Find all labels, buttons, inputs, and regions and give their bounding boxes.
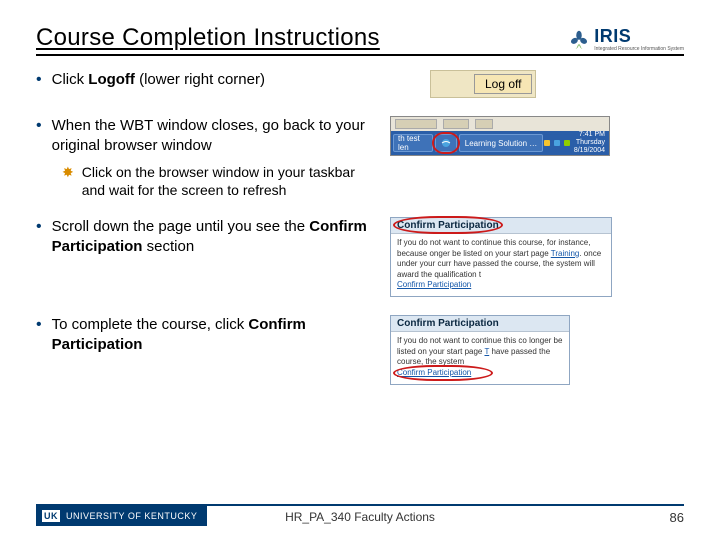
iris-flower-icon <box>568 28 590 50</box>
taskbar-item: Learning Solution … <box>459 134 543 152</box>
uk-logo-text: UNIVERSITY OF KENTUCKY <box>66 511 197 521</box>
iris-logo-text: IRIS <box>594 26 684 47</box>
screenshot-taskbar: th test len Learning Solution … <box>390 116 610 156</box>
toolbar-chip <box>443 119 469 129</box>
slide-content: • Click Logoff (lower right corner) Log … <box>36 70 684 385</box>
bullet-text: To complete the course, click Confirm Pa… <box>52 315 376 354</box>
taskbar-clock: 7:41 PM Thursday 8/19/2004 <box>574 131 605 154</box>
sub-bullet-text: Click on the browser window in your task… <box>82 163 376 199</box>
uk-logo-mark: UK <box>42 510 60 522</box>
clock-date: 8/19/2004 <box>574 147 605 155</box>
bullet-row: • Scroll down the page until you see the… <box>36 217 684 297</box>
slide: Course Completion Instructions IRIS Inte… <box>0 0 720 540</box>
bullet-dot-icon: • <box>36 116 42 155</box>
taskbar-toolbar <box>391 117 609 131</box>
confirm-header-text: Confirm Participation <box>397 220 499 231</box>
ie-icon <box>441 138 451 148</box>
bullet-text: Scroll down the page until you see the C… <box>52 217 376 256</box>
bullet-item: • When the WBT window closes, go back to… <box>36 116 376 155</box>
tray-icon <box>564 140 570 146</box>
text-fragment: Click <box>52 71 89 88</box>
slide-title: Course Completion Instructions <box>36 24 380 52</box>
clock-time: 7:41 PM <box>574 131 605 139</box>
bullet-item: • Scroll down the page until you see the… <box>36 217 376 256</box>
confirm-header: Confirm Participation <box>391 218 611 234</box>
bullet-dot-icon: • <box>36 70 42 90</box>
inline-link: Training <box>551 249 580 258</box>
text-fragment: section <box>142 238 194 255</box>
bullet-dot-icon: • <box>36 315 42 354</box>
taskbar-tray: 7:41 PM Thursday 8/19/2004 <box>544 131 607 154</box>
bullet-item: • To complete the course, click Confirm … <box>36 315 376 354</box>
slide-header: Course Completion Instructions IRIS Inte… <box>36 24 684 56</box>
confirm-body: If you do not want to continue this co l… <box>391 332 569 384</box>
star-bullet-icon: ✸ <box>62 163 74 199</box>
toolbar-chip <box>395 119 437 129</box>
link-text: Confirm Participation <box>397 368 471 377</box>
logoff-button-image: Log off <box>474 74 532 94</box>
tray-icon <box>544 140 550 146</box>
taskbar-browser-item <box>435 134 457 152</box>
page-number: 86 <box>670 510 684 525</box>
tray-icon <box>554 140 560 146</box>
confirm-body: If you do not want to continue this cour… <box>391 234 611 296</box>
clock-day: Thursday <box>574 139 605 147</box>
taskbar-item: th test len <box>393 134 433 152</box>
bullet-item: • Click Logoff (lower right corner) <box>36 70 376 90</box>
confirm-participation-link: Confirm Participation <box>397 368 471 378</box>
uk-logo-block: UK UNIVERSITY OF KENTUCKY <box>36 506 207 526</box>
bullet-text: Click Logoff (lower right corner) <box>52 70 265 90</box>
text-fragment: (lower right corner) <box>135 71 265 88</box>
bullet-row: • Click Logoff (lower right corner) Log … <box>36 70 684 98</box>
screenshot-confirm-click: Confirm Participation If you do not want… <box>390 315 570 385</box>
confirm-participation-link: Confirm Participation <box>397 280 471 290</box>
slide-footer: UK UNIVERSITY OF KENTUCKY HR_PA_340 Facu… <box>0 504 720 526</box>
screenshot-logoff: Log off <box>430 70 536 98</box>
bullet-text: When the WBT window closes, go back to y… <box>52 116 376 155</box>
text-fragment: To complete the course, click <box>52 316 249 333</box>
text-fragment: Scroll down the page until you see the <box>52 218 310 235</box>
bullet-row: • To complete the course, click Confirm … <box>36 315 684 385</box>
bullet-row: • When the WBT window closes, go back to… <box>36 116 684 199</box>
sub-bullet-item: ✸ Click on the browser window in your ta… <box>62 163 376 199</box>
iris-logo-subtext: Integrated Resource Information System <box>594 47 684 52</box>
bullet-dot-icon: • <box>36 217 42 256</box>
taskbar-bar: th test len Learning Solution … <box>391 131 609 155</box>
screenshot-confirm-section: Confirm Participation If you do not want… <box>390 217 612 297</box>
toolbar-chip <box>475 119 493 129</box>
confirm-header: Confirm Participation <box>391 316 569 332</box>
text-bold: Logoff <box>88 71 135 88</box>
iris-logo: IRIS Integrated Resource Information Sys… <box>568 26 684 52</box>
